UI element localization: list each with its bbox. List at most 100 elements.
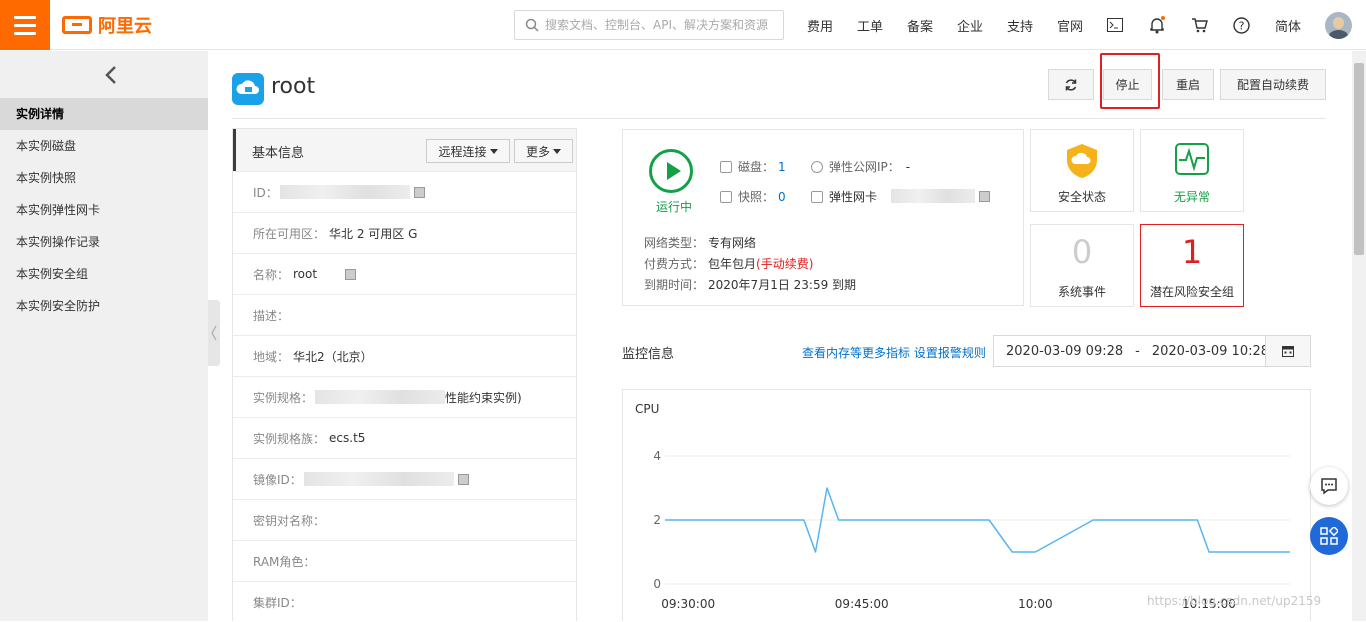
lang-switch[interactable]: 简体	[1275, 0, 1301, 50]
redacted-value	[279, 185, 410, 199]
row-value: 华北 2 可用区 G	[329, 226, 418, 241]
row-value: 性能约束实例)	[445, 390, 522, 405]
row-label: 描述：	[253, 308, 290, 323]
card-label: 无异常	[1173, 190, 1210, 204]
row-label: 所在可用区：	[253, 226, 326, 241]
caret-down-icon	[553, 148, 561, 154]
chat-button[interactable]	[1310, 467, 1348, 505]
scrollbar-thumb[interactable]	[1354, 63, 1364, 255]
event-count: 0	[1071, 233, 1093, 271]
cpu-series-line	[665, 487, 1290, 553]
system-events-card[interactable]: 0 系统事件	[1030, 224, 1134, 307]
search-icon	[525, 18, 539, 32]
sidebar-collapse-handle[interactable]	[208, 300, 220, 366]
sidebar-item-security-protection[interactable]: 本实例安全防护	[0, 290, 208, 322]
shield-icon	[1067, 144, 1097, 178]
info-row-region: 地域： 华北2（北京）	[233, 335, 576, 376]
row-label: ID：	[253, 185, 278, 200]
divider	[232, 118, 1326, 119]
edit-icon[interactable]	[345, 268, 357, 280]
row-value: 华北2（北京）	[293, 349, 373, 364]
row-value: root	[293, 267, 318, 281]
start-date[interactable]: 2020-03-09 09:28	[1006, 344, 1123, 359]
help-icon[interactable]: ?	[1232, 16, 1250, 34]
top-bar: 阿里云 费用 工单 备案 企业 支持 官网 ? 简体	[0, 0, 1366, 50]
row-label: 集群ID：	[253, 595, 302, 610]
nav-enterprise[interactable]: 企业	[957, 0, 983, 50]
cloud-instance-icon	[232, 73, 264, 105]
nav-fees[interactable]: 费用	[807, 0, 833, 50]
status-label: 运行中	[656, 200, 693, 214]
snapshot-count[interactable]: 快照： 0	[720, 188, 786, 205]
info-row-name: 名称： root	[233, 253, 576, 294]
row-label: 实例规格：	[253, 390, 314, 405]
sidebar-item-security-group[interactable]: 本实例安全组	[0, 258, 208, 290]
copy-icon[interactable]	[413, 186, 425, 198]
remote-connect-label: 远程连接	[438, 144, 487, 159]
sidebar-item-operation-log[interactable]: 本实例操作记录	[0, 226, 208, 258]
disk-icon	[720, 161, 732, 173]
disk-count[interactable]: 磁盘： 1	[720, 158, 786, 175]
logo-icon	[62, 16, 92, 34]
apps-icon	[1320, 527, 1338, 545]
nav-tickets[interactable]: 工单	[857, 0, 883, 50]
cpu-line-chart: 42009:30:00 09:45:00 10:00 10:15:00	[653, 449, 1290, 611]
copy-icon[interactable]	[457, 473, 469, 485]
security-state-card[interactable]: 安全状态	[1030, 129, 1134, 212]
remote-connect-button[interactable]: 远程连接	[426, 139, 510, 163]
date-range-picker[interactable]: 2020-03-09 09:28 - 2020-03-09 10:28	[993, 335, 1311, 367]
no-anomaly-card[interactable]: 无异常	[1140, 129, 1244, 212]
monitor-links[interactable]: 查看内存等更多指标 设置报警规则	[802, 344, 986, 361]
x-tick-label: 09:45:00	[835, 597, 889, 611]
more-button[interactable]: 更多	[514, 139, 573, 163]
apps-button[interactable]	[1310, 517, 1348, 555]
sidebar-item-instance-detail[interactable]: 实例详情	[0, 98, 208, 130]
page-title: root	[271, 74, 316, 99]
cpu-chart: CPU 4 2 0 09:30:00 09:45:00 10:00 10:15:00	[622, 389, 1311, 621]
bell-icon[interactable]	[1148, 16, 1166, 34]
row-label: 地域：	[253, 349, 290, 364]
terminal-icon[interactable]	[1106, 16, 1124, 34]
nav-icp[interactable]: 备案	[907, 0, 933, 50]
nav-official[interactable]: 官网	[1057, 0, 1083, 50]
restart-button[interactable]: 重启	[1162, 69, 1214, 100]
row-label: 密钥对名称：	[253, 513, 326, 528]
calendar-icon	[1282, 346, 1294, 357]
logo[interactable]: 阿里云	[62, 13, 152, 37]
risk-group-card[interactable]: 1 潜在风险安全组	[1140, 224, 1244, 307]
refresh-icon	[1065, 78, 1077, 91]
redacted-value	[303, 472, 454, 486]
y-tick-label: 4	[653, 449, 661, 463]
scrollbar[interactable]	[1352, 51, 1366, 621]
end-date[interactable]: 2020-03-09 10:28	[1152, 344, 1269, 359]
expire-time: 到期时间： 2020年7月1日 23:59 到期	[644, 278, 857, 292]
search-box[interactable]	[514, 10, 784, 40]
caret-down-icon	[489, 148, 498, 154]
y-tick-label: 0	[653, 577, 661, 591]
info-row-spec-family: 实例规格族： ecs.t5	[233, 417, 576, 458]
copy-icon[interactable]	[979, 191, 991, 202]
sidebar-item-snapshots[interactable]: 本实例快照	[0, 162, 208, 194]
info-row-description: 描述：	[233, 294, 576, 335]
sidebar-item-eni[interactable]: 本实例弹性网卡	[0, 194, 208, 226]
sidebar: 实例详情 本实例磁盘 本实例快照 本实例弹性网卡 本实例操作记录 本实例安全组 …	[0, 51, 208, 621]
info-row-keypair: 密钥对名称：	[233, 499, 576, 540]
redacted-value	[315, 390, 446, 404]
sidebar-item-disks[interactable]: 本实例磁盘	[0, 130, 208, 162]
auto-renew-button[interactable]: 配置自动续费	[1220, 69, 1326, 100]
nav-support[interactable]: 支持	[1007, 0, 1033, 50]
more-label: 更多	[525, 144, 550, 159]
ip-icon	[811, 161, 823, 173]
search-input[interactable]	[545, 18, 775, 32]
menu-icon[interactable]	[0, 0, 50, 50]
avatar[interactable]	[1325, 12, 1352, 39]
billing-method: 付费方式： 包年包月(手动续费)	[644, 257, 814, 271]
chevron-left-icon[interactable]	[100, 63, 124, 87]
calendar-button[interactable]	[1265, 336, 1310, 366]
refresh-button[interactable]	[1048, 69, 1094, 100]
panel-header: 基本信息 远程连接 更多	[233, 129, 576, 171]
monitor-title: 监控信息	[622, 347, 675, 362]
heartbeat-icon	[1175, 143, 1209, 175]
cart-icon[interactable]	[1190, 16, 1208, 34]
info-row-spec: 实例规格： 性能约束实例)	[233, 376, 576, 417]
